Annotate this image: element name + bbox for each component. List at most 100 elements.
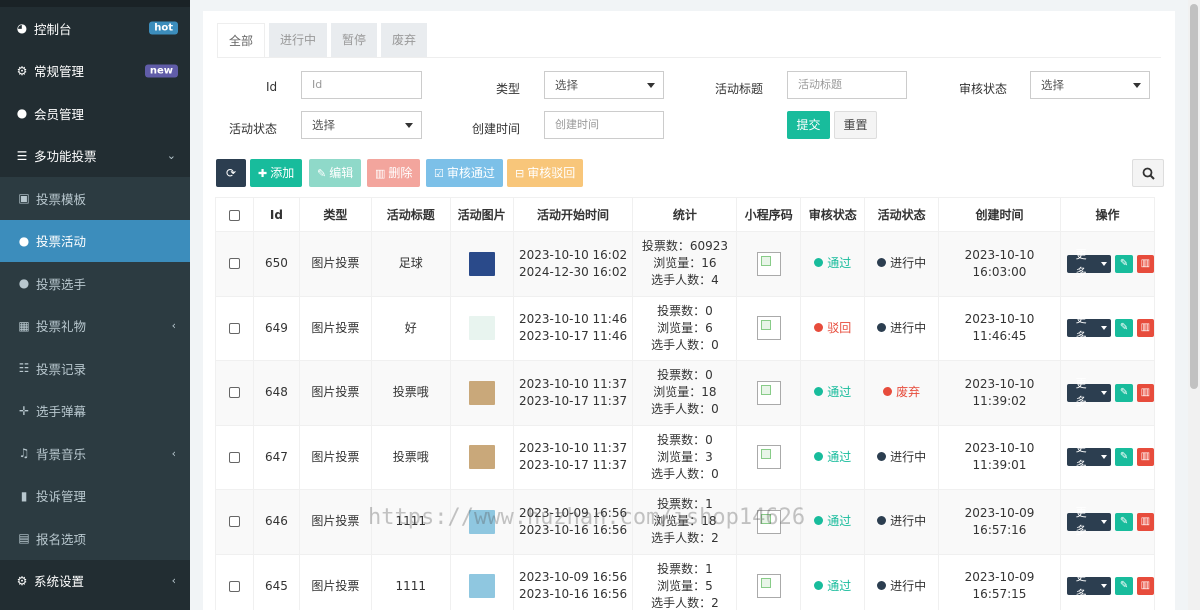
column-header[interactable]: 活动标题: [370, 197, 451, 232]
row-delete-button[interactable]: ▥: [1136, 512, 1154, 531]
broken-image-icon[interactable]: [756, 251, 781, 276]
row-edit-button[interactable]: ✎: [1115, 577, 1133, 596]
sidebar-item[interactable]: ✛ 选手弹幕: [0, 390, 190, 433]
image-icon: ▣: [18, 191, 30, 206]
column-header[interactable]: 活动图片: [449, 197, 514, 232]
table-row[interactable]: 645 图片投票 1111 2023-10-09 16:56 2023-10-16 16…: [215, 553, 1156, 610]
submit-button[interactable]: 提交: [787, 111, 830, 139]
row-delete-button[interactable]: ▥: [1136, 254, 1154, 273]
created-input[interactable]: 创建时间: [544, 111, 664, 139]
more-dropdown-button[interactable]: 更多: [1066, 570, 1112, 601]
approve-button[interactable]: ☑ 审核通过: [426, 159, 503, 187]
broken-image-icon[interactable]: [756, 316, 781, 341]
table-row[interactable]: 648 图片投票 投票哦 2023-10-10 11:37 2023-10-17 11:…: [215, 360, 1156, 426]
sidebar-item[interactable]: ● 会员管理: [0, 92, 190, 135]
sidebar-item[interactable]: ▤ 报名选项: [0, 517, 190, 560]
stat-line: 浏览量：6: [657, 320, 713, 335]
broken-image-icon[interactable]: [756, 574, 781, 599]
sidebar-item[interactable]: ◕ 控制台 hot: [0, 7, 190, 50]
status-select[interactable]: 选择: [301, 111, 422, 139]
activity-status-cell: 进行中: [864, 424, 940, 490]
activity-thumbnail[interactable]: [468, 251, 495, 276]
more-dropdown-button[interactable]: 更多: [1066, 248, 1112, 279]
sidebar-item[interactable]: ● 投票选手: [0, 262, 190, 305]
more-dropdown-button[interactable]: 更多: [1066, 312, 1112, 343]
delete-button[interactable]: ▥ 删除: [367, 159, 421, 187]
row-checkbox[interactable]: [228, 451, 240, 463]
row-delete-button[interactable]: ▥: [1136, 448, 1154, 467]
scrollbar-thumb[interactable]: [1190, 4, 1198, 389]
more-dropdown-button[interactable]: 更多: [1066, 441, 1112, 472]
row-edit-button[interactable]: ✎: [1115, 512, 1133, 531]
broken-image-icon[interactable]: [756, 509, 781, 534]
row-checkbox[interactable]: [228, 387, 240, 399]
row-delete-button[interactable]: ▥: [1136, 319, 1154, 338]
reject-button[interactable]: ⊟ 审核驳回: [507, 159, 584, 187]
sidebar-item[interactable]: ▮ 投诉管理: [0, 475, 190, 518]
title-input[interactable]: 活动标题: [787, 71, 907, 99]
row-delete-button[interactable]: ▥: [1136, 577, 1154, 596]
sidebar-item[interactable]: ⚙ 系统设置 ‹: [0, 560, 190, 603]
sidebar-item[interactable]: ☷ 投票记录: [0, 347, 190, 390]
page-scrollbar[interactable]: [1188, 0, 1200, 610]
activity-thumbnail[interactable]: [468, 380, 495, 405]
audit-status-cell: 通过: [800, 424, 866, 490]
row-checkbox[interactable]: [228, 258, 240, 270]
column-header[interactable]: 活动状态: [864, 197, 940, 232]
broken-image-icon[interactable]: [756, 380, 781, 405]
sidebar-item[interactable]: ▦ 投票礼物 ‹: [0, 305, 190, 348]
select-all-checkbox[interactable]: [228, 209, 240, 221]
search-toggle-button[interactable]: [1132, 159, 1164, 187]
sidebar-item[interactable]: ▣ 投票模板: [0, 177, 190, 220]
edit-button[interactable]: ✎ 编辑: [309, 159, 362, 187]
activity-thumbnail[interactable]: [468, 509, 495, 534]
row-checkbox[interactable]: [228, 322, 240, 334]
column-header[interactable]: Id: [252, 197, 300, 232]
sidebar-item[interactable]: ♫ 背景音乐 ‹: [0, 432, 190, 475]
row-checkbox[interactable]: [228, 516, 240, 528]
sidebar-item[interactable]: ● 投票活动: [0, 219, 190, 262]
tab-all[interactable]: 全部: [217, 23, 266, 57]
table-row[interactable]: 650 图片投票 足球 2023-10-10 16:02 2024-12-30 16:0…: [215, 231, 1156, 297]
reset-button[interactable]: 重置: [834, 111, 877, 139]
row-select-cell: [215, 295, 254, 361]
activity-thumbnail[interactable]: [468, 316, 495, 341]
table-row[interactable]: 649 图片投票好 2023-10-10 11:46 2023-10-17 11:46…: [215, 295, 1156, 361]
table-row[interactable]: 646 图片投票 1111 2023-10-09 16:56 2023-10-16 16…: [215, 489, 1156, 555]
column-header[interactable]: 审核状态: [800, 197, 866, 232]
row-edit-button[interactable]: ✎: [1115, 383, 1133, 402]
gear-icon: ⚙: [16, 573, 28, 588]
add-button[interactable]: ✚ 添加: [250, 159, 303, 187]
sidebar-badge: new: [144, 64, 178, 78]
status-dot-icon: [877, 580, 887, 590]
tab-in-progress[interactable]: 进行中: [269, 23, 328, 57]
select-all-header: [215, 197, 254, 232]
row-edit-button[interactable]: ✎: [1115, 319, 1133, 338]
activity-thumbnail[interactable]: [468, 445, 495, 470]
column-header[interactable]: 统计: [632, 197, 738, 232]
row-edit-button[interactable]: ✎: [1115, 448, 1133, 467]
row-delete-button[interactable]: ▥: [1136, 383, 1154, 402]
audit-select[interactable]: 选择: [1030, 71, 1150, 99]
sidebar-item[interactable]: ⚙ 常规管理 new: [0, 50, 190, 93]
activity-status-text: 进行中: [890, 256, 927, 271]
sidebar-item[interactable]: ☰ 多功能投票 ⌄: [0, 135, 190, 178]
column-header[interactable]: 活动开始时间: [512, 197, 634, 232]
column-header[interactable]: 类型: [298, 197, 372, 232]
row-checkbox[interactable]: [228, 580, 240, 592]
row-edit-button[interactable]: ✎: [1115, 254, 1133, 273]
more-dropdown-button[interactable]: 更多: [1066, 377, 1112, 408]
sidebar-item-label: 选手弹幕: [36, 404, 87, 420]
tab-abandoned[interactable]: 废弃: [381, 23, 428, 57]
broken-image-icon[interactable]: [756, 445, 781, 470]
type-select[interactable]: 选择: [544, 71, 664, 99]
column-header[interactable]: 创建时间: [938, 197, 1061, 232]
activity-thumbnail[interactable]: [468, 574, 495, 599]
tab-paused[interactable]: 暂停: [331, 23, 378, 57]
column-header[interactable]: 小程序码: [736, 197, 802, 232]
table-row[interactable]: 647 图片投票 投票哦 2023-10-10 11:37 2023-10-17 11:…: [215, 424, 1156, 490]
refresh-button[interactable]: ⟳: [216, 159, 246, 187]
id-input[interactable]: Id: [301, 71, 422, 99]
more-dropdown-button[interactable]: 更多: [1066, 506, 1112, 537]
title-cell: 1111: [370, 553, 451, 610]
